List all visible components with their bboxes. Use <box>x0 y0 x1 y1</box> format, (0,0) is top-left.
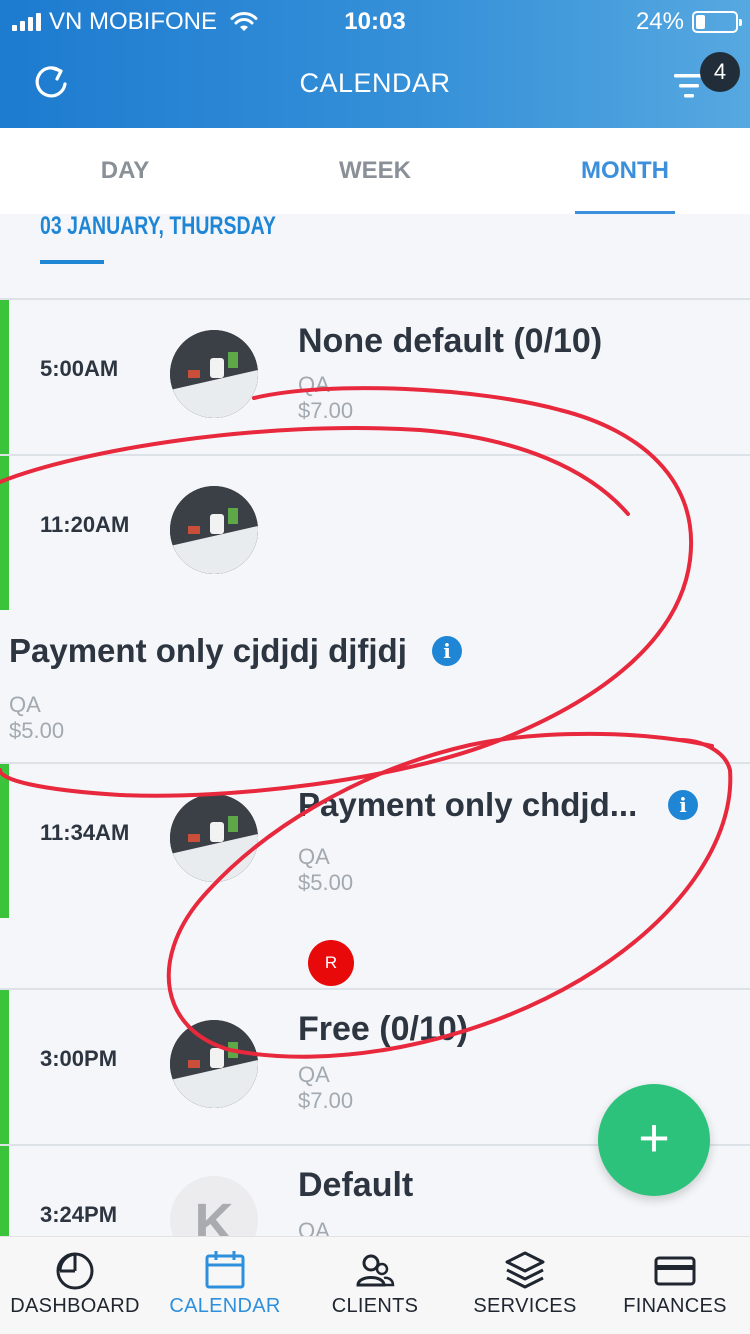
pie-chart-icon <box>56 1252 94 1290</box>
event-time: 11:34AM <box>40 820 130 845</box>
staff-initial-badge: R <box>308 940 354 986</box>
event-details: QA $7.00 <box>298 372 353 424</box>
event-price: $5.00 <box>298 870 354 895</box>
tab-label: CLIENTS <box>331 1295 419 1317</box>
tab-services[interactable]: SERVICES <box>450 1237 600 1334</box>
event-title: Payment only cjdjdj djfjdj <box>9 632 407 669</box>
event-row[interactable]: 11:34AM Payment only chdjd... i QA $5.00 <box>0 762 750 990</box>
staff-avatar <box>170 330 258 418</box>
tab-calendar[interactable]: CALENDAR <box>150 1237 300 1334</box>
battery-group: 24% <box>635 8 742 36</box>
event-category: QA <box>9 692 41 717</box>
event-time: 3:00PM <box>40 1046 118 1071</box>
event-price: $7.00 <box>298 1088 354 1113</box>
info-icon[interactable]: i <box>668 790 698 820</box>
event-category: QA <box>298 844 330 869</box>
staff-avatar <box>170 1020 258 1108</box>
date-header: 03 JANUARY, THURSDAY <box>0 212 750 300</box>
event-title: None default (0/10) <box>298 322 603 360</box>
add-appointment-button[interactable]: + <box>598 1084 710 1196</box>
event-status-bar <box>0 456 9 610</box>
event-status-bar <box>0 990 9 1144</box>
app-screen: VN MOBIFONE 10:03 24% CALENDAR 4 DAY WEE… <box>0 0 750 1334</box>
tab-week[interactable]: WEEK <box>250 128 500 214</box>
tab-label: FINANCES <box>623 1295 727 1317</box>
tab-clients[interactable]: CLIENTS <box>300 1237 450 1334</box>
event-time: 3:24PM <box>40 1202 118 1227</box>
event-category: QA <box>298 1062 330 1087</box>
event-price: $5.00 <box>9 718 65 743</box>
view-tabs: DAY WEEK MONTH <box>0 128 750 214</box>
staff-avatar <box>170 794 258 882</box>
tab-label: SERVICES <box>473 1295 577 1317</box>
event-row[interactable]: 5:00AM None default (0/10) QA $7.00 <box>0 298 750 454</box>
event-category: QA <box>298 1218 330 1236</box>
event-details: QA $7.00 <box>298 1062 353 1114</box>
event-status-bar <box>0 764 9 918</box>
event-details: QA $5.00 <box>9 692 64 744</box>
event-row[interactable]: 11:20AM Payment only cjdjdj djfjdj i QA … <box>0 454 750 764</box>
event-price: $7.00 <box>298 398 354 423</box>
users-icon <box>356 1254 395 1287</box>
event-title: Free (0/10) <box>298 1010 469 1048</box>
status-bar: VN MOBIFONE 10:03 24% <box>0 0 750 42</box>
header: VN MOBIFONE 10:03 24% CALENDAR 4 <box>0 0 750 128</box>
event-time: 11:20AM <box>40 512 130 537</box>
tab-label: DASHBOARD <box>10 1295 140 1317</box>
date-label: 03 JANUARY, THURSDAY <box>40 212 276 240</box>
event-details: QA $5.00 <box>298 844 353 896</box>
event-details: QA <box>298 1218 330 1236</box>
credit-card-icon <box>654 1256 696 1286</box>
page-title: CALENDAR <box>299 68 451 98</box>
staff-avatar <box>170 486 258 574</box>
event-title: Payment only chdjd... <box>298 786 638 823</box>
bottom-tab-bar: DASHBOARD CALENDAR CLIENTS SERVICES FINA… <box>0 1236 750 1334</box>
event-status-bar <box>0 1146 9 1236</box>
tab-day[interactable]: DAY <box>0 128 250 214</box>
calendar-icon <box>205 1251 245 1289</box>
event-time: 5:00AM <box>40 356 119 381</box>
event-category: QA <box>298 372 330 397</box>
info-icon[interactable]: i <box>432 636 462 666</box>
battery-percent: 24% <box>635 8 684 35</box>
tab-month[interactable]: MONTH <box>500 128 750 214</box>
tab-dashboard[interactable]: DASHBOARD <box>0 1237 150 1334</box>
event-status-bar <box>0 300 9 454</box>
tab-label: CALENDAR <box>169 1295 281 1317</box>
filter-count-badge[interactable]: 4 <box>700 52 740 92</box>
staff-avatar: K <box>170 1176 258 1236</box>
layers-icon <box>505 1251 545 1289</box>
battery-icon <box>692 11 742 33</box>
tab-finances[interactable]: FINANCES <box>600 1237 750 1334</box>
event-title: Default <box>298 1166 414 1204</box>
date-underline <box>40 260 104 264</box>
